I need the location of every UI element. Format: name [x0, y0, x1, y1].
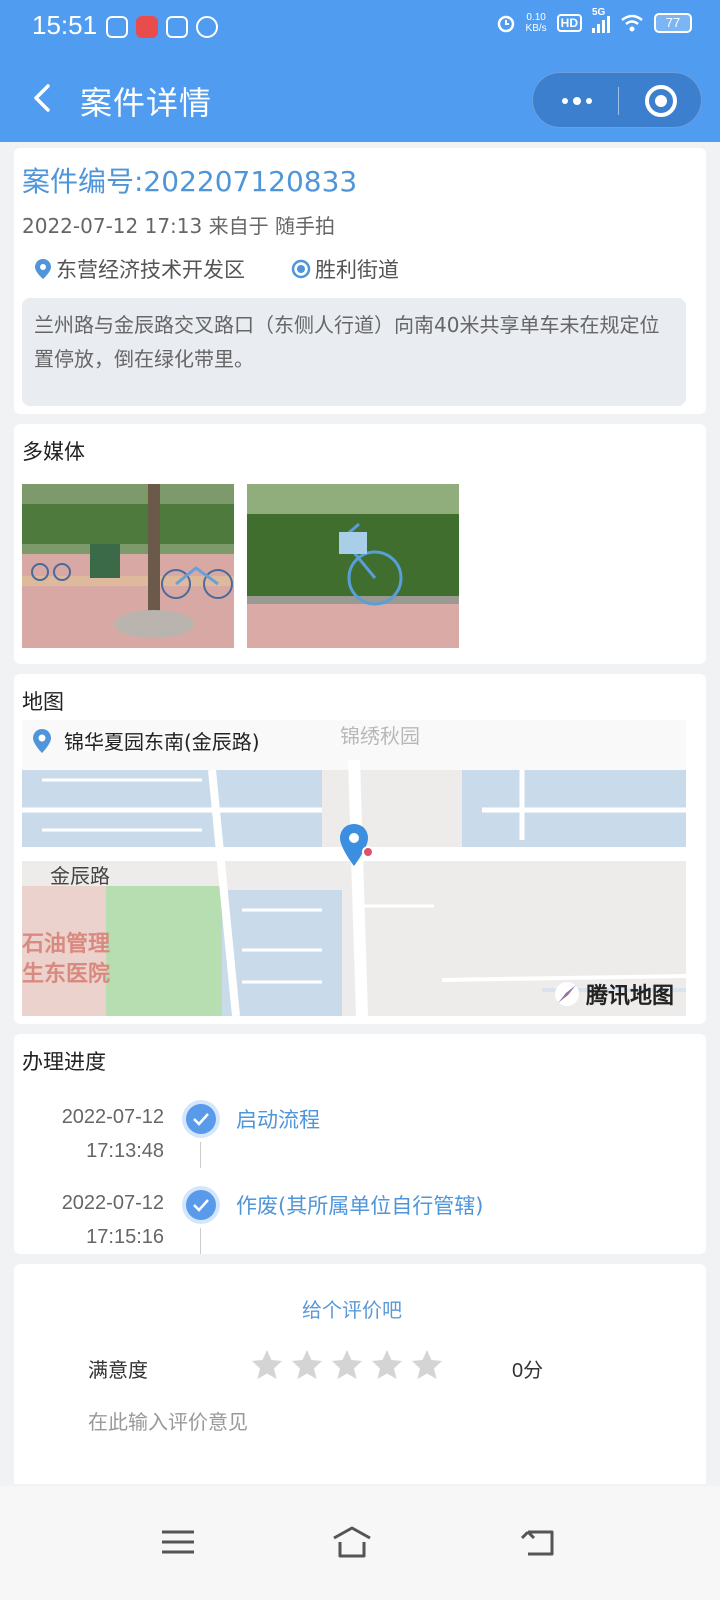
location-row: 东营经济技术开发区 胜利街道 [34, 254, 399, 284]
progress-card: 办理进度 2022-07-12 17:13:48 启动流程 2022-07-12… [14, 1034, 706, 1254]
step-time: 17:15:16 [86, 1226, 164, 1248]
map-title: 地图 [22, 690, 64, 714]
map-label-road: 金辰路 [50, 864, 110, 888]
step-datetime: 2022-07-12 17:15:16 [62, 1186, 164, 1254]
map-location-label: 锦华夏园东南(金辰路) [32, 726, 260, 755]
miniprogram-capsule [532, 72, 702, 128]
map-provider-logo: 腾讯地图 [554, 978, 674, 1010]
alarm-icon [497, 15, 514, 33]
step-label: 作废(其所属单位自行管辖) [236, 1194, 484, 1218]
rating-score: 0分 [512, 1360, 544, 1382]
step-time: 17:13:48 [86, 1140, 164, 1162]
check-icon [186, 1104, 216, 1134]
case-info-card: 案件编号:202207120833 2022-07-12 17:13 来自于 随… [14, 148, 706, 414]
net-speed: 0.10 KB/s [526, 12, 547, 34]
net-speed-value: 0.10 [526, 12, 546, 23]
map-marker-icon [340, 824, 374, 866]
star-rating [250, 1348, 444, 1382]
back-nav-icon[interactable] [518, 1522, 562, 1562]
star-icon[interactable] [250, 1348, 284, 1382]
progress-step: 2022-07-12 17:13:48 启动流程 [14, 1092, 706, 1172]
star-icon[interactable] [410, 1348, 444, 1382]
street-label: 胜利街道 [315, 258, 399, 282]
notification-icons [106, 16, 218, 38]
app-notification-icon [106, 16, 128, 38]
map-label-jinxiu: 锦绣秋园 [340, 724, 420, 748]
timeline-connector [200, 1228, 201, 1254]
media-photo[interactable] [22, 484, 234, 648]
wifi-icon [621, 14, 643, 32]
check-icon [186, 1190, 216, 1220]
star-icon[interactable] [290, 1348, 324, 1382]
map-view[interactable]: 锦华夏园东南(金辰路) 锦绣秋园 金辰路 石油管理 生东医院 腾讯地图 [22, 720, 686, 1016]
step-date: 2022-07-12 [61, 1106, 164, 1128]
net-speed-unit: KB/s [525, 23, 547, 34]
compass-icon [554, 982, 579, 1006]
media-card: 多媒体 [14, 424, 706, 664]
comment-input[interactable]: 在此输入评价意见 [88, 1406, 248, 1435]
step-label: 启动流程 [236, 1108, 320, 1132]
status-bar: 15:51 0.10 KB/s HD 5G 77 [0, 0, 720, 56]
video-app-icon [136, 16, 158, 38]
close-target-icon[interactable] [645, 85, 677, 117]
media-photo[interactable] [247, 484, 459, 648]
system-nav-bar [0, 1486, 720, 1600]
nav-bar: 案件详情 [0, 60, 720, 136]
rating-card: 给个评价吧 满意度 0分 在此输入评价意见 [14, 1264, 706, 1484]
battery-icon: 77 [654, 13, 692, 33]
map-provider-text: 腾讯地图 [585, 984, 674, 1009]
page-title: 案件详情 [80, 84, 213, 122]
alipay-icon [166, 16, 188, 38]
more-icon[interactable] [557, 73, 597, 129]
rating-prompt: 给个评价吧 [302, 1298, 402, 1322]
media-title: 多媒体 [22, 440, 85, 464]
map-location-pin-icon [33, 728, 51, 753]
street-target-icon [291, 259, 311, 279]
home-icon[interactable] [330, 1522, 374, 1562]
sync-icon [196, 16, 218, 38]
map-card: 地图 锦华夏园东南(金辰路) 锦绣秋园 金辰路 石油管理 生东医院 腾讯地图 [14, 674, 706, 1024]
back-icon[interactable] [28, 78, 58, 118]
satisfaction-label: 满意度 [88, 1358, 148, 1382]
capsule-divider [618, 87, 619, 115]
star-icon[interactable] [370, 1348, 404, 1382]
hd-badge: HD [556, 14, 582, 32]
progress-title: 办理进度 [22, 1050, 106, 1074]
app-header: 15:51 0.10 KB/s HD 5G 77 案件详情 [0, 0, 720, 142]
network-type: 5G [592, 7, 606, 18]
status-right: 0.10 KB/s HD 5G 77 [496, 7, 692, 34]
star-icon[interactable] [330, 1348, 364, 1382]
location-pin-icon [35, 259, 51, 279]
map-label-hospital: 生东医院 [22, 962, 111, 987]
menu-icon[interactable] [156, 1522, 200, 1562]
map-location-name: 锦华夏园东南(金辰路) [64, 730, 260, 754]
timeline-connector [200, 1142, 201, 1168]
progress-step: 2022-07-12 17:15:16 作废(其所属单位自行管辖) [14, 1178, 706, 1258]
signal-icon: 5G [592, 7, 610, 33]
case-meta: 2022-07-12 17:13 来自于 随手拍 [22, 214, 335, 238]
case-number: 案件编号:202207120833 [22, 165, 358, 198]
case-description: 兰州路与金辰路交叉路口（东侧人行道）向南40米共享单车未在规定位置停放，倒在绿化… [22, 298, 686, 406]
status-time: 15:51 [32, 10, 98, 40]
map-label-shiyou: 石油管理 [22, 932, 111, 957]
step-date: 2022-07-12 [61, 1192, 164, 1214]
district-label: 东营经济技术开发区 [56, 258, 245, 282]
step-datetime: 2022-07-12 17:13:48 [62, 1100, 164, 1168]
